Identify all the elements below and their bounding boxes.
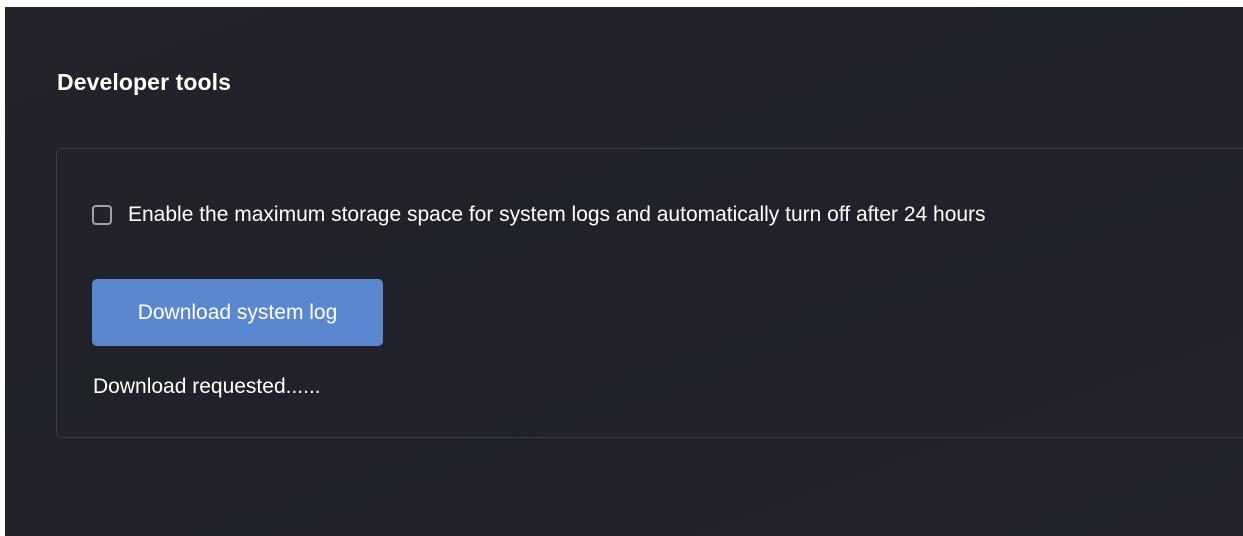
download-system-log-button[interactable]: Download system log	[92, 279, 383, 346]
max-log-storage-option[interactable]: Enable the maximum storage space for sys…	[92, 203, 986, 227]
download-status-text: Download requested......	[93, 375, 321, 398]
max-log-storage-checkbox[interactable]	[92, 205, 112, 225]
section-title: Developer tools	[57, 69, 232, 95]
max-log-storage-label[interactable]: Enable the maximum storage space for sys…	[128, 203, 986, 227]
developer-tools-panel: Developer tools Enable the maximum stora…	[5, 7, 1243, 536]
log-settings-card: Enable the maximum storage space for sys…	[56, 148, 1243, 438]
